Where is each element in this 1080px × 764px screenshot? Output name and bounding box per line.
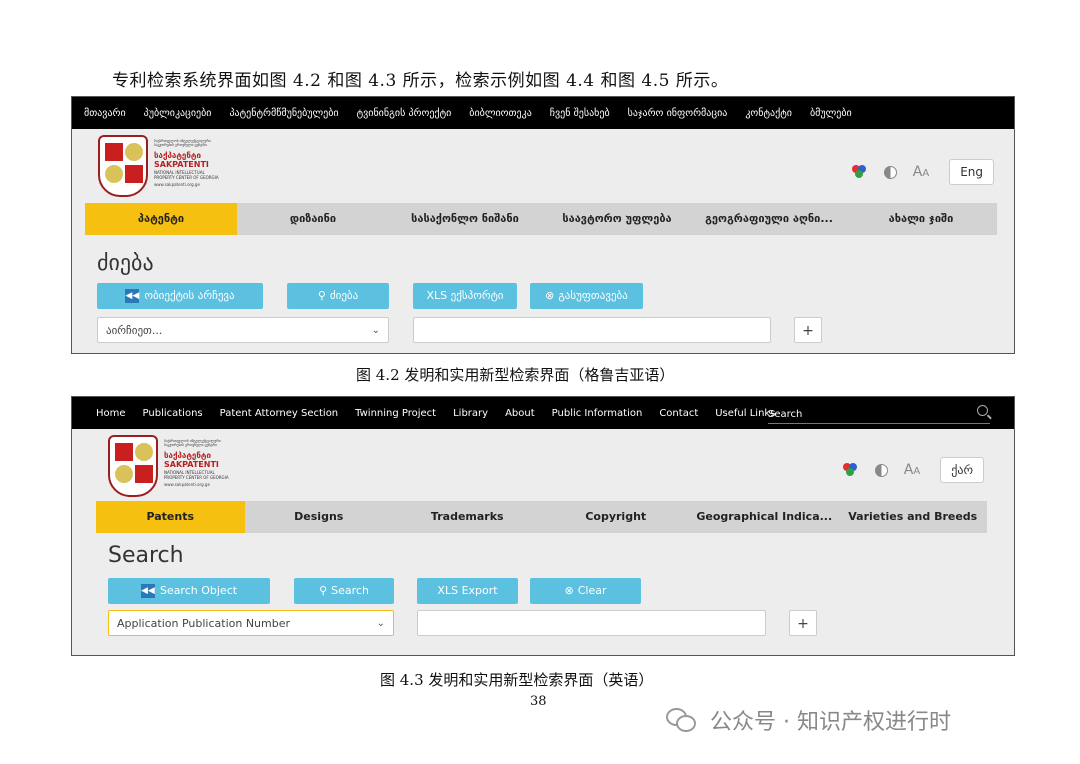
- nav-item[interactable]: კონტაქტი: [745, 108, 792, 119]
- tab-designs[interactable]: Designs: [245, 501, 394, 533]
- xls-export-button[interactable]: XLS Export: [417, 578, 518, 604]
- nav-item[interactable]: ჩვენ შესახებ: [550, 108, 610, 119]
- nav-item[interactable]: Twinning Project: [355, 408, 436, 419]
- tab-geographical[interactable]: Geographical Indica...: [690, 501, 839, 533]
- nav-item[interactable]: About: [505, 408, 535, 419]
- clear-button[interactable]: ⊗ გასუფთავება: [530, 283, 643, 309]
- font-size-icon[interactable]: AA: [913, 164, 929, 180]
- nav-item[interactable]: მთავარი: [84, 108, 126, 119]
- nav-item[interactable]: Library: [453, 408, 488, 419]
- tab-patents[interactable]: Patents: [96, 501, 245, 533]
- top-nav: Home Publications Patent Attorney Sectio…: [72, 397, 1014, 429]
- emblem-icon: [108, 435, 158, 497]
- field-select[interactable]: აირჩიეთ... ⌄: [97, 317, 389, 343]
- page-title: ძიება: [97, 251, 154, 276]
- font-size-icon[interactable]: AA: [904, 462, 920, 478]
- nav-item[interactable]: Public Information: [552, 408, 643, 419]
- emblem-icon: [98, 135, 148, 197]
- watermark: 公众号 · 知识产权进行时: [666, 704, 951, 736]
- figure-caption: 图 4.2 发明和实用新型检索界面（格鲁吉亚语）: [356, 366, 675, 384]
- figure-caption: 图 4.3 发明和实用新型检索界面（英语）: [380, 671, 654, 689]
- nav-item[interactable]: პატენტრმწმუნებულები: [229, 108, 338, 119]
- page-title: Search: [108, 543, 184, 568]
- search-button[interactable]: ⚲ Search: [294, 578, 394, 604]
- chevron-down-icon: ⌄: [371, 325, 380, 336]
- language-button[interactable]: Eng: [949, 159, 994, 185]
- clear-icon: ⊗: [545, 289, 555, 302]
- nav-item[interactable]: Home: [96, 408, 126, 419]
- back-icon: ◀◀: [125, 289, 140, 303]
- nav-item[interactable]: Useful Links: [715, 408, 775, 419]
- accessibility-tools: AA ქარ: [842, 457, 984, 483]
- nav-item[interactable]: საჯარო ინფორმაცია: [628, 108, 728, 119]
- tab-trademarks[interactable]: სასაქონლო ნიშანი: [389, 203, 541, 235]
- search-input[interactable]: [413, 317, 771, 343]
- nav-item[interactable]: ტვინინგის პროექტი: [357, 108, 452, 119]
- wechat-icon: [666, 708, 696, 732]
- sakpatenti-logo[interactable]: საქართველოს ინტელექტუალური საკუთრების ერ…: [98, 135, 230, 199]
- nav-item[interactable]: Patent Attorney Section: [220, 408, 339, 419]
- tab-copyright[interactable]: საავტორო უფლება: [541, 203, 693, 235]
- nav-search-input[interactable]: Search: [768, 403, 990, 424]
- clear-icon: ⊗: [564, 584, 574, 597]
- back-icon: ◀◀: [140, 584, 155, 598]
- search-object-button[interactable]: ◀◀ Search Object: [108, 578, 270, 604]
- figure-english-screenshot: Home Publications Patent Attorney Sectio…: [71, 396, 1015, 656]
- tab-trademarks[interactable]: Trademarks: [393, 501, 542, 533]
- search-icon: [977, 405, 988, 416]
- search-icon: ⚲: [317, 289, 326, 302]
- color-scheme-icon[interactable]: [851, 165, 868, 179]
- nav-item[interactable]: Publications: [143, 408, 203, 419]
- field-select[interactable]: Application Publication Number ⌄: [108, 610, 394, 636]
- add-criteria-button[interactable]: +: [789, 610, 817, 636]
- search-object-button[interactable]: ◀◀ ობიექტის არჩევა: [97, 283, 263, 309]
- search-icon: ⚲: [319, 584, 328, 597]
- tab-geographical[interactable]: გეოგრაფიული აღნი...: [693, 203, 845, 235]
- tab-varieties[interactable]: Varieties and Breeds: [839, 501, 988, 533]
- sakpatenti-logo[interactable]: საქართველოს ინტელექტუალური საკუთრების ერ…: [108, 435, 240, 499]
- contrast-icon[interactable]: [874, 463, 888, 477]
- nav-item[interactable]: ბმულები: [810, 108, 852, 119]
- tab-varieties[interactable]: ახალი ჯიში: [845, 203, 997, 235]
- search-button[interactable]: ⚲ ძიება: [287, 283, 389, 309]
- clear-button[interactable]: ⊗ Clear: [530, 578, 641, 604]
- accessibility-tools: AA Eng: [851, 159, 994, 185]
- tab-patents[interactable]: პატენტი: [85, 203, 237, 235]
- category-tabs: პატენტი დიზაინი სასაქონლო ნიშანი საავტორ…: [85, 203, 997, 235]
- nav-item[interactable]: Contact: [659, 408, 698, 419]
- add-criteria-button[interactable]: +: [794, 317, 822, 343]
- category-tabs: Patents Designs Trademarks Copyright Geo…: [96, 501, 987, 533]
- color-scheme-icon[interactable]: [842, 463, 859, 477]
- tab-copyright[interactable]: Copyright: [542, 501, 691, 533]
- tab-designs[interactable]: დიზაინი: [237, 203, 389, 235]
- language-button[interactable]: ქარ: [940, 457, 984, 483]
- intro-paragraph: 专利检索系统界面如图 4.2 和图 4.3 所示，检索示例如图 4.4 和图 4…: [112, 71, 729, 91]
- search-input[interactable]: [417, 610, 766, 636]
- top-nav: მთავარი პუბლიკაციები პატენტრმწმუნებულები…: [72, 97, 1014, 129]
- nav-item[interactable]: ბიბლიოთეკა: [469, 108, 531, 119]
- chevron-down-icon: ⌄: [376, 618, 385, 629]
- figure-georgian-screenshot: მთავარი პუბლიკაციები პატენტრმწმუნებულები…: [71, 96, 1015, 354]
- xls-export-button[interactable]: XLS ექსპორტი: [413, 283, 517, 309]
- nav-item[interactable]: პუბლიკაციები: [144, 108, 212, 119]
- page-number: 38: [530, 694, 547, 709]
- contrast-icon[interactable]: [883, 165, 897, 179]
